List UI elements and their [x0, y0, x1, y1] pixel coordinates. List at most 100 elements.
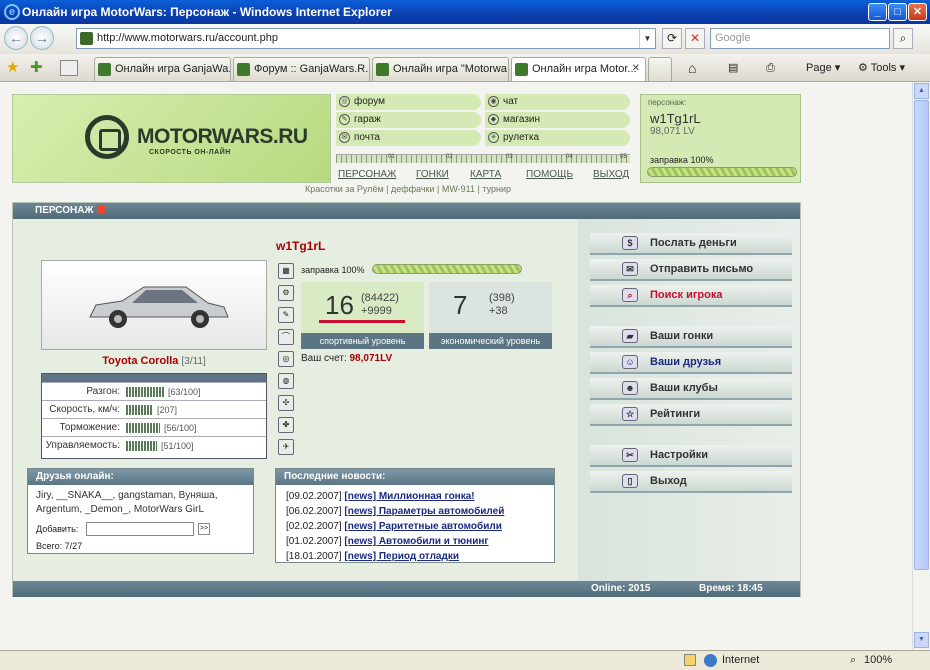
stats-header: [42, 374, 266, 382]
forward-button[interactable]: →: [30, 26, 54, 50]
nav-races[interactable]: ГОНКИ: [416, 169, 449, 180]
chat-icon: ◉: [488, 96, 499, 107]
globe-icon: [704, 654, 717, 667]
menu-garage[interactable]: ✎ гараж: [336, 112, 481, 128]
home-icon[interactable]: ⌂: [688, 57, 696, 79]
tab-favicon: [237, 63, 250, 76]
search-icon[interactable]: ⌕: [893, 28, 913, 49]
tab-row: ★ ✚ Онлайн игра GanjaWa... Форум :: Ganj…: [0, 54, 930, 82]
news-date: [01.02.2007]: [286, 536, 342, 547]
panel-title: ПЕРСОНАЖ: [35, 205, 94, 216]
your-clubs-button[interactable]: ☻ Ваши клубы: [590, 378, 792, 400]
friends-list[interactable]: Jiry, __SNAKA__, gangstaman, Вуняша, Arg…: [28, 485, 253, 521]
nav-exit[interactable]: ВЫХОД: [593, 169, 629, 180]
add-friend-input[interactable]: [86, 522, 194, 536]
tool-icon[interactable]: ✎: [278, 307, 294, 323]
back-button[interactable]: ←: [4, 26, 28, 50]
close-button[interactable]: ✕: [908, 3, 927, 21]
site-logo[interactable]: MOTORWARS.RU СКОРОСТЬ ОН-ЛАЙН: [12, 94, 331, 183]
maximize-button[interactable]: □: [888, 3, 907, 21]
nav-map[interactable]: КАРТА: [470, 169, 501, 180]
scroll-down-arrow[interactable]: ▼: [914, 632, 929, 648]
tools-menu[interactable]: ⚙ Tools ▾: [858, 57, 905, 79]
menu-shop[interactable]: ◆ магазин: [485, 112, 630, 128]
player-nick[interactable]: w1Tg1rL: [650, 111, 701, 126]
send-money-button[interactable]: $ Послать деньги: [590, 233, 792, 255]
stat-row: Разгон: [63/100]: [42, 382, 266, 400]
fuel-bar: [372, 264, 522, 274]
nav-help[interactable]: ПОМОЩЬ: [526, 169, 573, 180]
car-part-icon[interactable]: ✤: [278, 417, 294, 433]
news-link[interactable]: [news] Раритетные автомобили: [344, 521, 501, 532]
news-link[interactable]: [news] Период отладки: [344, 551, 459, 562]
your-races-button[interactable]: ▰ Ваши гонки: [590, 326, 792, 348]
stat-label: Торможение:: [59, 422, 120, 433]
transport-icon[interactable]: ✈: [278, 439, 294, 455]
character-nick[interactable]: w1Tg1rL: [276, 239, 325, 253]
tire-icon[interactable]: ▦: [278, 263, 294, 279]
tab-motorwars-active[interactable]: Онлайн игра Motor... ✕: [511, 57, 646, 81]
news-date: [09.02.2007]: [286, 491, 342, 502]
engine-icon[interactable]: ⚙: [278, 285, 294, 301]
spoiler-icon[interactable]: ⌒: [278, 329, 294, 345]
menu-roulette[interactable]: ✳ рулетка: [485, 130, 630, 146]
tab-forum[interactable]: Форум :: GanjaWars.R...: [233, 57, 370, 81]
address-field[interactable]: http://www.motorwars.ru/account.php ▼: [76, 28, 656, 49]
stat-value: [63/100]: [168, 387, 201, 397]
zoom-icon[interactable]: ⌕: [850, 651, 856, 670]
search-input[interactable]: Google: [710, 28, 890, 49]
econ-exp: (398): [489, 292, 515, 304]
favorites-star-icon[interactable]: ★: [6, 58, 19, 76]
ruler-tick: 04: [566, 154, 573, 160]
stat-label: Управляемость:: [45, 440, 120, 451]
tools-icon: ✂: [622, 448, 638, 462]
vertical-scrollbar[interactable]: ▲ ▼: [912, 82, 930, 650]
scroll-up-arrow[interactable]: ▲: [914, 83, 929, 99]
add-friend-button[interactable]: >>: [198, 523, 210, 535]
player-label: персонаж:: [648, 98, 687, 107]
ratings-button[interactable]: ☆ Рейтинги: [590, 404, 792, 426]
zoom-level[interactable]: 100%: [864, 651, 892, 670]
logout-button[interactable]: ▯ Выход: [590, 471, 792, 493]
quick-tabs-icon[interactable]: [60, 60, 78, 76]
news-link[interactable]: [news] Параметры автомобилей: [344, 506, 504, 517]
page-menu[interactable]: Page ▾: [806, 57, 840, 79]
tab-motorwars-1[interactable]: Онлайн игра "Motorwa...: [372, 57, 509, 81]
stat-bar: [126, 405, 153, 415]
wheel-icon[interactable]: ◎: [278, 351, 294, 367]
tab-label: Онлайн игра GanjaWa...: [115, 63, 231, 75]
stop-button[interactable]: ✕: [685, 28, 705, 49]
star-icon: ☆: [622, 407, 638, 421]
tab-ganjawars[interactable]: Онлайн игра GanjaWa...: [94, 57, 231, 81]
print-icon[interactable]: ⎙: [766, 57, 775, 79]
car-stats: Разгон: [63/100] Скорость, км/ч: [207] Тор…: [41, 373, 267, 459]
friends-total: Всего: 7/27: [36, 541, 83, 551]
find-player-button[interactable]: ⌕ Поиск игрока: [590, 285, 792, 307]
scroll-thumb[interactable]: [914, 100, 929, 570]
minimize-button[interactable]: _: [868, 3, 887, 21]
globe-icon[interactable]: ◍: [278, 373, 294, 389]
car-image[interactable]: [41, 260, 267, 350]
expand-icon[interactable]: [96, 205, 105, 213]
car-model[interactable]: Toyota Corolla: [102, 355, 178, 367]
add-favorites-icon[interactable]: ✚: [30, 58, 43, 76]
address-dropdown[interactable]: ▼: [639, 29, 655, 48]
add-friend-label: Добавить:: [36, 524, 79, 534]
menu-chat[interactable]: ◉ чат: [485, 94, 630, 110]
news-item: [01.02.2007] [news] Автомобили и тюнинг: [286, 536, 489, 547]
menu-forum[interactable]: ◎ форум: [336, 94, 481, 110]
tab-close-icon[interactable]: ✕: [632, 58, 640, 80]
gearbox-icon[interactable]: ✣: [278, 395, 294, 411]
send-letter-button[interactable]: ✉ Отправить письмо: [590, 259, 792, 281]
menu-mail[interactable]: ✉ почта: [336, 130, 481, 146]
news-link[interactable]: [news] Автомобили и тюнинг: [344, 536, 488, 547]
new-tab-button[interactable]: [648, 57, 672, 81]
nav-character[interactable]: ПЕРСОНАЖ: [338, 169, 396, 180]
refresh-button[interactable]: ⟳: [662, 28, 682, 49]
news-link[interactable]: [news] Миллионная гонка!: [344, 491, 474, 502]
news-date: [18.01.2007]: [286, 551, 342, 562]
settings-button[interactable]: ✂ Настройки: [590, 445, 792, 467]
feeds-icon[interactable]: ▤: [728, 57, 738, 79]
sub-links[interactable]: Красотки за Рулём | деффачки | MW-911 | …: [305, 184, 511, 194]
your-friends-button[interactable]: ☺ Ваши друзья: [590, 352, 792, 374]
